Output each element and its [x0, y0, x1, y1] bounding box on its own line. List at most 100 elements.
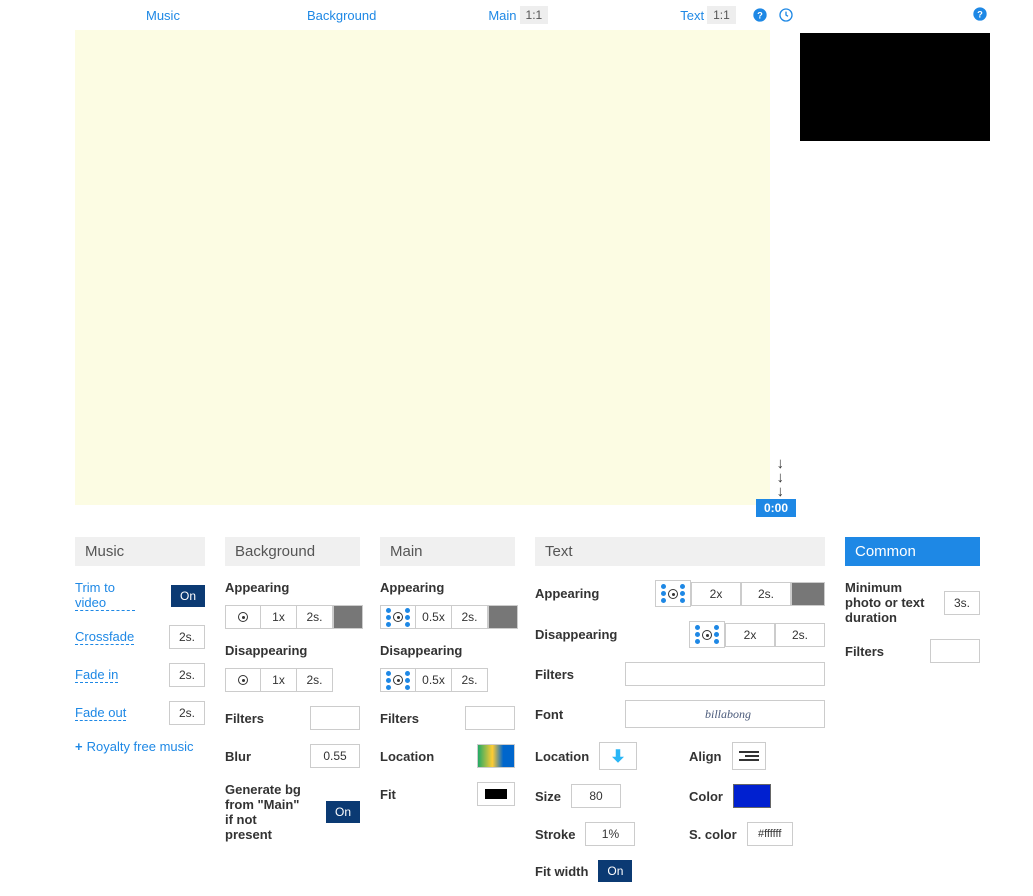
- text-size-input[interactable]: 80: [571, 784, 621, 808]
- trim-to-video-link[interactable]: Trim to video: [75, 580, 135, 611]
- text-scolor-input[interactable]: #ffffff: [747, 822, 793, 846]
- main-disappearing-label: Disappearing: [380, 643, 515, 658]
- bg-dis-mult[interactable]: 1x: [261, 668, 297, 692]
- text-app-swatch[interactable]: [791, 582, 825, 606]
- panel-common: Common Minimum photo or text duration 3s…: [845, 537, 980, 896]
- transition-out-icon: [386, 671, 410, 690]
- bg-generate-label: Generate bg from "Main" if not present: [225, 782, 305, 842]
- common-filters-input[interactable]: [930, 639, 980, 663]
- text-color-swatch[interactable]: [733, 784, 771, 808]
- text-location-label: Location: [535, 749, 589, 764]
- text-ratio-badge: 1:1: [707, 6, 736, 24]
- text-transition-in-icon[interactable]: [655, 580, 691, 607]
- top-tabs: Music Background Main 1:1 Text 1:1 ? ?: [0, 0, 1033, 30]
- text-stroke-input[interactable]: 1%: [585, 822, 635, 846]
- bg-disappearing-label: Disappearing: [225, 643, 360, 658]
- crossfade-input[interactable]: 2s.: [169, 625, 205, 649]
- text-appearing-label: Appearing: [535, 586, 599, 601]
- transition-in-icon: [386, 608, 410, 627]
- bg-blur-input[interactable]: 0.55: [310, 744, 360, 768]
- text-location-selector[interactable]: [599, 742, 637, 770]
- video-preview[interactable]: [800, 33, 990, 141]
- eye-slash-icon: [238, 612, 248, 622]
- text-app-sec[interactable]: 2s.: [741, 582, 791, 606]
- panel-common-title: Common: [845, 537, 980, 566]
- bg-appearing-label: Appearing: [225, 580, 360, 595]
- tab-main[interactable]: Main 1:1: [482, 2, 554, 28]
- text-size-label: Size: [535, 789, 561, 804]
- bg-filters-input[interactable]: [310, 706, 360, 730]
- text-fitwidth-label: Fit width: [535, 864, 588, 879]
- text-font-selector[interactable]: billabong: [625, 700, 825, 728]
- bg-appearing-controls[interactable]: 1x 2s.: [225, 605, 363, 629]
- main-location-label: Location: [380, 749, 434, 764]
- panel-background: Background Appearing 1x 2s. Disappearing…: [225, 537, 360, 896]
- panel-text-title: Text: [535, 537, 825, 566]
- main-ratio-badge: 1:1: [520, 6, 549, 24]
- tab-music[interactable]: Music: [140, 4, 186, 27]
- fadein-link[interactable]: Fade in: [75, 667, 118, 683]
- text-dis-sec[interactable]: 2s.: [775, 623, 825, 647]
- text-app-mult[interactable]: 2x: [691, 582, 741, 606]
- main-app-mult[interactable]: 0.5x: [416, 605, 452, 629]
- crossfade-link[interactable]: Crossfade: [75, 629, 134, 645]
- help-icon-right[interactable]: ?: [972, 6, 988, 25]
- fadeout-input[interactable]: 2s.: [169, 701, 205, 725]
- help-icon[interactable]: ?: [752, 7, 768, 23]
- panel-main: Main Appearing 0.5x 2s. Disappearing 0.5…: [380, 537, 515, 896]
- text-color-label: Color: [689, 789, 723, 804]
- common-mindur-label: Minimum photo or text duration: [845, 580, 925, 625]
- bg-generate-toggle[interactable]: On: [326, 801, 360, 823]
- tab-text[interactable]: Text 1:1: [674, 2, 742, 28]
- main-app-swatch[interactable]: [488, 605, 518, 629]
- bg-app-mult[interactable]: 1x: [261, 605, 297, 629]
- text-stroke-label: Stroke: [535, 827, 575, 842]
- fadeout-link[interactable]: Fade out: [75, 705, 126, 721]
- text-scolor-label: S. color: [689, 827, 737, 842]
- common-mindur-input[interactable]: 3s.: [944, 591, 980, 615]
- bg-app-sec[interactable]: 2s.: [297, 605, 333, 629]
- end-time-badge[interactable]: 0:00: [756, 499, 796, 517]
- text-transition-out-icon[interactable]: [689, 621, 725, 648]
- eye-slash-icon: [238, 675, 248, 685]
- main-dis-mult[interactable]: 0.5x: [416, 668, 452, 692]
- main-app-sec[interactable]: 2s.: [452, 605, 488, 629]
- main-fit-selector[interactable]: [477, 782, 515, 806]
- royalty-free-music-link[interactable]: + Royalty free music: [75, 739, 205, 754]
- svg-text:?: ?: [977, 9, 983, 19]
- bg-dis-sec[interactable]: 2s.: [297, 668, 333, 692]
- main-fit-label: Fit: [380, 787, 396, 802]
- panel-music-title: Music: [75, 537, 205, 566]
- text-align-selector[interactable]: [732, 742, 766, 770]
- text-filters-input[interactable]: [625, 662, 825, 686]
- clock-icon[interactable]: [778, 7, 794, 23]
- text-dis-mult[interactable]: 2x: [725, 623, 775, 647]
- editor-canvas[interactable]: [75, 30, 770, 505]
- bg-filters-label: Filters: [225, 711, 264, 726]
- trim-toggle[interactable]: On: [171, 585, 205, 607]
- main-location-selector[interactable]: [477, 744, 515, 768]
- text-align-label: Align: [689, 749, 722, 764]
- tab-text-label: Text: [680, 8, 704, 23]
- main-appearing-label: Appearing: [380, 580, 515, 595]
- bg-disappearing-controls[interactable]: 1x 2s.: [225, 668, 333, 692]
- main-appearing-controls[interactable]: 0.5x 2s.: [380, 605, 518, 629]
- main-disappearing-controls[interactable]: 0.5x 2s.: [380, 668, 488, 692]
- bg-app-swatch[interactable]: [333, 605, 363, 629]
- common-filters-label: Filters: [845, 644, 884, 659]
- bottom-arrows-icon: ↓↓↓: [777, 457, 785, 499]
- panel-main-title: Main: [380, 537, 515, 566]
- text-filters-label: Filters: [535, 667, 574, 682]
- text-fitwidth-toggle[interactable]: On: [598, 860, 632, 882]
- tab-main-label: Main: [488, 8, 516, 23]
- main-filters-input[interactable]: [465, 706, 515, 730]
- panel-bg-title: Background: [225, 537, 360, 566]
- main-dis-sec[interactable]: 2s.: [452, 668, 488, 692]
- text-font-label: Font: [535, 707, 563, 722]
- main-filters-label: Filters: [380, 711, 419, 726]
- svg-text:?: ?: [757, 10, 763, 20]
- tab-background[interactable]: Background: [301, 4, 382, 27]
- plus-icon: +: [75, 739, 83, 754]
- royalty-label: Royalty free music: [87, 739, 194, 754]
- fadein-input[interactable]: 2s.: [169, 663, 205, 687]
